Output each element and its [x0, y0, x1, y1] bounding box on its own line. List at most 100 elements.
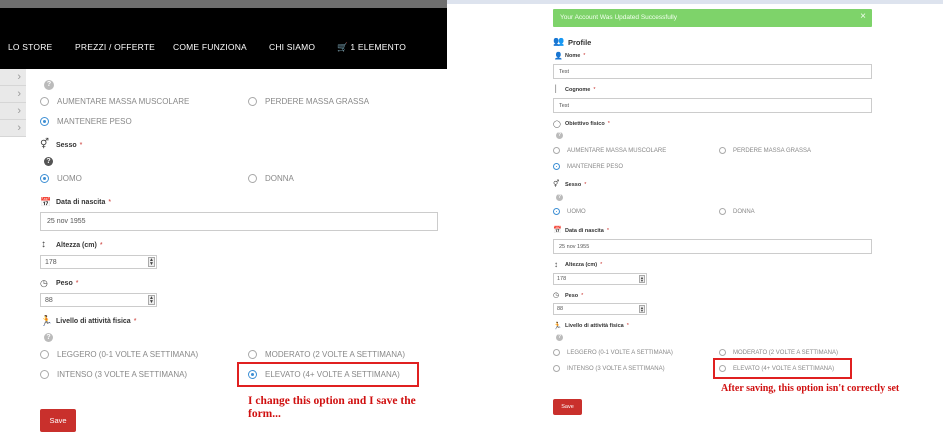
radio-intenso[interactable]: INTENSO (3 VOLTE A SETTIMANA): [553, 365, 665, 372]
height-stepper[interactable]: ▲ ▼: [639, 275, 645, 283]
height-stepper[interactable]: ▲ ▼: [148, 257, 155, 267]
sex-label: Sesso *: [565, 182, 587, 188]
height-arrows-icon: ↕: [41, 239, 46, 250]
birth-date-label: Data di nascita *: [565, 228, 609, 234]
cart-icon: 🛒: [337, 42, 348, 52]
radio-circle-selected[interactable]: [553, 208, 560, 215]
weight-input[interactable]: 88: [553, 303, 647, 315]
radio-mantenere-peso[interactable]: MANTENERE PESO: [553, 163, 623, 170]
gauge-icon: ◷: [553, 292, 560, 299]
close-icon[interactable]: ×: [860, 11, 866, 22]
radio-donna[interactable]: DONNA: [248, 174, 294, 183]
weight-stepper[interactable]: ▲ ▼: [148, 295, 155, 305]
radio-aumentare-massa[interactable]: AUMENTARE MASSA MUSCOLARE: [553, 147, 666, 154]
users-icon: 👥: [553, 36, 565, 46]
radio-circle[interactable]: [248, 174, 257, 183]
radio-circle[interactable]: [719, 208, 726, 215]
weight-input[interactable]: 88: [40, 293, 157, 307]
nav-come-funziona[interactable]: COME FUNZIONA: [173, 42, 247, 52]
sex-help-icon[interactable]: ?: [556, 194, 563, 201]
user-icon: │: [554, 86, 559, 93]
radio-leggero[interactable]: LEGGERO (0-1 VOLTE A SETTIMANA): [40, 350, 198, 359]
radio-circle[interactable]: [40, 350, 49, 359]
height-input[interactable]: 178: [553, 273, 647, 285]
highlight-box: [237, 362, 419, 387]
nav-prezzi-offerte[interactable]: PREZZI / OFFERTE: [75, 42, 155, 52]
height-input[interactable]: 178: [40, 255, 157, 269]
radio-leggero[interactable]: LEGGERO (0-1 VOLTE A SETTIMANA): [553, 349, 673, 356]
weight-label: Peso *: [56, 280, 79, 287]
profile-title: Profile: [568, 38, 592, 47]
save-button[interactable]: Save: [40, 409, 76, 432]
objective-help-icon[interactable]: ?: [44, 80, 54, 90]
nav-cart[interactable]: 🛒 1 ELEMENTO: [337, 42, 406, 53]
birth-date-input[interactable]: 25 nov 1955: [40, 212, 438, 231]
radio-circle-selected[interactable]: [40, 174, 49, 183]
side-collapse-tab-1[interactable]: ›: [0, 69, 26, 86]
left-screenshot: LO STORE PREZZI / OFFERTE COME FUNZIONA …: [0, 0, 447, 446]
weight-label: Peso *: [565, 293, 584, 299]
sex-label: Sesso *: [56, 142, 83, 149]
nav-lo-store[interactable]: LO STORE: [8, 42, 52, 52]
gender-icon: ⚥: [40, 139, 50, 150]
height-label: Altezza (cm) *: [565, 262, 603, 268]
target-icon: ◯: [553, 121, 561, 128]
running-person-icon: 🏃: [553, 323, 562, 330]
radio-perdere-massa[interactable]: PERDERE MASSA GRASSA: [248, 97, 369, 106]
browser-top-strip: [0, 0, 447, 8]
side-collapse-tab-3[interactable]: ›: [0, 103, 26, 120]
radio-perdere-massa[interactable]: PERDERE MASSA GRASSA: [719, 147, 811, 154]
radio-circle[interactable]: [553, 365, 560, 372]
radio-circle[interactable]: [40, 370, 49, 379]
name-input[interactable]: Test: [553, 64, 872, 79]
side-collapse-tab-2[interactable]: ›: [0, 86, 26, 103]
radio-circle[interactable]: [719, 349, 726, 356]
success-alert: Your Account Was Updated Successfully ×: [553, 9, 872, 27]
radio-circle[interactable]: [248, 97, 257, 106]
radio-circle[interactable]: [248, 350, 257, 359]
running-person-icon: 🏃: [40, 316, 53, 327]
nav-chi-siamo[interactable]: CHI SIAMO: [269, 42, 315, 52]
radio-circle-selected[interactable]: [553, 163, 560, 170]
activity-label: Livello di attività fisica *: [56, 318, 137, 325]
calendar-icon: 📅: [553, 227, 562, 234]
gender-icon: ⚥: [553, 181, 560, 188]
activity-help-icon[interactable]: ?: [44, 333, 53, 342]
radio-circle-selected[interactable]: [40, 117, 49, 126]
objective-label: Obiettivo fisico *: [565, 121, 610, 127]
activity-label: Livello di attività fisica *: [565, 323, 629, 329]
side-collapse-tab-4[interactable]: ›: [0, 120, 26, 137]
radio-intenso[interactable]: INTENSO (3 VOLTE A SETTIMANA): [40, 370, 187, 379]
radio-uomo[interactable]: UOMO: [40, 174, 82, 183]
height-arrows-icon: ↕: [554, 260, 558, 269]
surname-label: Cognome *: [565, 87, 596, 93]
browser-top-strip: [447, 0, 943, 4]
radio-aumentare-massa[interactable]: AUMENTARE MASSA MUSCOLARE: [40, 97, 189, 106]
highlight-box: [713, 358, 852, 379]
birth-date-input[interactable]: 25 nov 1955: [553, 239, 872, 254]
radio-moderato[interactable]: MODERATO (2 VOLTE A SETTIMANA): [248, 350, 405, 359]
radio-circle[interactable]: [40, 97, 49, 106]
objective-help-icon[interactable]: ?: [556, 132, 563, 139]
activity-help-icon[interactable]: ?: [556, 334, 563, 341]
gauge-icon: ◷: [40, 278, 48, 288]
birth-date-label: Data di nascita *: [56, 199, 112, 206]
user-icon: 👤: [554, 53, 563, 60]
radio-circle[interactable]: [719, 147, 726, 154]
radio-donna[interactable]: DONNA: [719, 208, 755, 215]
surname-input[interactable]: Test: [553, 98, 872, 113]
main-navbar: LO STORE PREZZI / OFFERTE COME FUNZIONA …: [0, 8, 447, 69]
weight-stepper[interactable]: ▲ ▼: [639, 305, 645, 313]
sex-help-icon[interactable]: ?: [44, 157, 53, 166]
save-button[interactable]: Save: [553, 399, 582, 415]
radio-mantenere-peso[interactable]: MANTENERE PESO: [40, 117, 132, 126]
annotation-left: I change this option and I save the form…: [248, 395, 416, 420]
name-label: Nome *: [565, 53, 586, 59]
radio-uomo[interactable]: UOMO: [553, 208, 586, 215]
alert-text: Your Account Was Updated Successfully: [560, 14, 677, 21]
right-screenshot: Your Account Was Updated Successfully × …: [447, 0, 943, 446]
radio-circle[interactable]: [553, 349, 560, 356]
calendar-icon: 📅: [40, 197, 52, 207]
radio-circle[interactable]: [553, 147, 560, 154]
radio-moderato[interactable]: MODERATO (2 VOLTE A SETTIMANA): [719, 349, 838, 356]
